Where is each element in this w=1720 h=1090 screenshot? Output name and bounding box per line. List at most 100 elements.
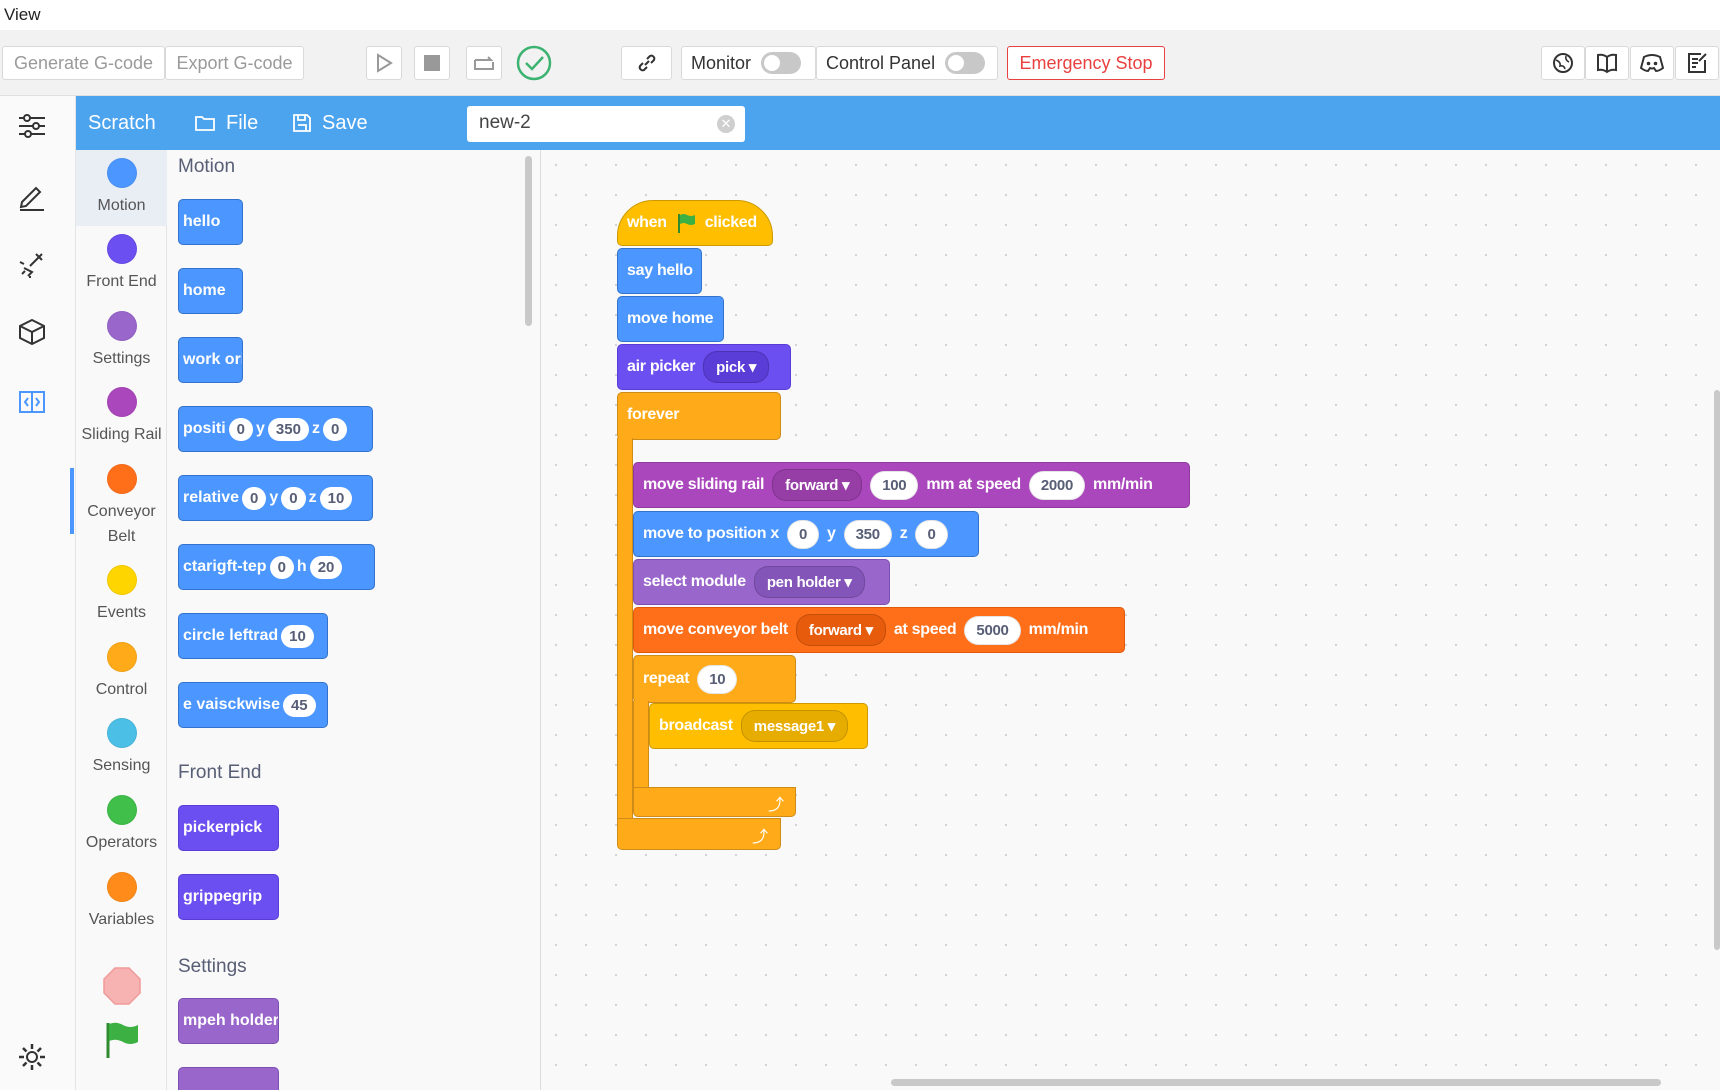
- workspace-horizontal-scrollbar[interactable]: [891, 1079, 1661, 1086]
- export-gcode-button[interactable]: Export G-code: [165, 46, 304, 80]
- palette-block-gripper[interactable]: grippegrip: [178, 874, 279, 920]
- palette-block-air-picker[interactable]: pickerpick: [178, 805, 279, 851]
- category-front-end-label: Front End: [86, 273, 157, 290]
- block-move-conveyor-belt[interactable]: move conveyor belt forward ▾ at speed 50…: [633, 607, 1125, 653]
- palette-block-move-to-position[interactable]: positi 0 y 350 z 0: [178, 406, 373, 452]
- category-front-end[interactable]: Front End: [76, 234, 167, 294]
- broadcast-dropdown[interactable]: message1 ▾: [740, 710, 849, 742]
- palette-input[interactable]: 0: [242, 486, 267, 510]
- nav-draw[interactable]: [12, 176, 52, 216]
- nav-scratch[interactable]: [12, 382, 52, 422]
- palette-scrollbar[interactable]: [525, 156, 532, 326]
- globe-icon: [1553, 53, 1573, 73]
- menu-view[interactable]: View: [4, 5, 41, 25]
- palette-input[interactable]: 0: [228, 417, 254, 441]
- monitor-switch[interactable]: [761, 52, 802, 74]
- rail-speed-input[interactable]: 2000: [1028, 470, 1086, 500]
- docs-button[interactable]: [1585, 46, 1629, 80]
- emergency-stop-button[interactable]: Emergency Stop: [1007, 46, 1165, 80]
- palette-block-say-hello[interactable]: hello: [178, 199, 243, 245]
- nav-3d-print[interactable]: [12, 312, 52, 352]
- stop-sign-button[interactable]: [102, 966, 142, 1006]
- block-say-hello[interactable]: say hello: [617, 248, 702, 294]
- nav-laser[interactable]: [12, 244, 52, 284]
- link-icon: [638, 54, 655, 72]
- belt-direction-dropdown[interactable]: forward ▾: [795, 614, 886, 646]
- clear-icon[interactable]: ✕: [717, 115, 735, 133]
- folder-icon: [195, 116, 215, 131]
- monitor-label: Monitor: [691, 52, 752, 73]
- category-operators[interactable]: Operators: [76, 795, 167, 855]
- nav-settings[interactable]: [12, 1037, 52, 1077]
- block-text: forever: [627, 406, 680, 423]
- control-panel-switch[interactable]: [945, 52, 986, 74]
- block-text: mm/min: [1093, 476, 1153, 493]
- palette-block-text: mpeh holder: [183, 1012, 279, 1029]
- palette-block-circle[interactable]: circle leftrad 10: [178, 613, 328, 659]
- block-move-home[interactable]: move home: [617, 296, 724, 342]
- category-motion[interactable]: Motion: [76, 150, 167, 226]
- category-control[interactable]: Control: [76, 642, 167, 702]
- loop-button[interactable]: [466, 46, 502, 80]
- palette-block-select-module[interactable]: mpeh holder: [178, 998, 279, 1044]
- language-button[interactable]: [1541, 46, 1585, 80]
- stop-button[interactable]: [414, 46, 450, 80]
- workspace-vertical-scrollbar[interactable]: [1714, 390, 1720, 950]
- category-sensing[interactable]: Sensing: [76, 718, 167, 778]
- generate-gcode-button[interactable]: Generate G-code: [2, 46, 165, 80]
- category-settings[interactable]: Settings: [76, 311, 167, 371]
- filename-input[interactable]: new-2 ✕: [467, 106, 745, 142]
- palette-block-move-relative[interactable]: relative 0 y 0 z 10: [178, 475, 373, 521]
- block-select-module[interactable]: select module pen holder ▾: [633, 559, 890, 605]
- monitor-toggle[interactable]: Monitor: [681, 46, 816, 80]
- rail-direction-dropdown[interactable]: forward ▾: [772, 469, 863, 501]
- module-dropdown[interactable]: pen holder ▾: [753, 566, 865, 598]
- air-picker-dropdown[interactable]: pick ▾: [703, 351, 770, 383]
- link-button[interactable]: [621, 46, 672, 80]
- palette-block-work-origin[interactable]: work ori: [178, 337, 243, 383]
- green-flag-button[interactable]: [102, 1020, 142, 1060]
- block-forever[interactable]: forever: [617, 392, 781, 440]
- palette-input[interactable]: 10: [281, 624, 314, 648]
- category-sliding-rail[interactable]: Sliding Rail: [76, 387, 167, 447]
- category-variables[interactable]: Variables: [76, 872, 167, 932]
- position-x-input[interactable]: 0: [786, 519, 819, 549]
- palette-block-text: circle leftrad: [183, 627, 279, 644]
- block-text: mm/min: [1028, 621, 1089, 638]
- palette-block-text: relative: [183, 489, 240, 506]
- control-panel-toggle[interactable]: Control Panel: [816, 46, 998, 80]
- category-sliding-rail-dot: [106, 387, 137, 417]
- palette-input[interactable]: 20: [309, 555, 343, 579]
- palette-input[interactable]: 350: [267, 417, 309, 441]
- palette-input[interactable]: 45: [282, 693, 316, 717]
- nav-settings-sliders[interactable]: [12, 106, 52, 146]
- position-y-input[interactable]: 350: [843, 519, 892, 549]
- block-broadcast[interactable]: broadcast message1 ▾: [649, 703, 868, 749]
- palette-input[interactable]: 10: [319, 486, 353, 510]
- file-menu-button[interactable]: File: [194, 96, 258, 150]
- palette-block-move-home[interactable]: home: [178, 268, 243, 314]
- repeat-count-input[interactable]: 10: [697, 664, 738, 694]
- palette-block-partial[interactable]: [178, 1067, 279, 1090]
- feedback-button[interactable]: [1675, 46, 1719, 80]
- belt-speed-input[interactable]: 5000: [964, 615, 1021, 645]
- block-move-to-position[interactable]: move to position x 0 y 350 z 0: [633, 511, 979, 557]
- loop-icon: [474, 56, 494, 70]
- save-button[interactable]: Save: [292, 96, 368, 150]
- play-button[interactable]: [366, 46, 402, 80]
- category-events[interactable]: Events: [76, 565, 167, 625]
- rail-distance-input[interactable]: 100: [870, 470, 919, 500]
- block-air-picker[interactable]: air picker pick ▾: [617, 344, 791, 390]
- block-when-flag-clicked[interactable]: when clicked: [617, 200, 773, 246]
- palette-block-rotate[interactable]: e vaisckwise 45: [178, 682, 328, 728]
- block-repeat[interactable]: repeat 10: [633, 655, 796, 703]
- script-workspace[interactable]: when clicked say hello move home air pic…: [541, 150, 1720, 1090]
- palette-input[interactable]: 0: [281, 486, 306, 510]
- discord-button[interactable]: [1630, 46, 1674, 80]
- position-z-input[interactable]: 0: [915, 519, 948, 549]
- category-conveyor-belt[interactable]: Conveyor Belt: [76, 464, 167, 549]
- palette-input[interactable]: 0: [269, 555, 294, 579]
- palette-input[interactable]: 0: [322, 417, 348, 441]
- palette-block-rectangle[interactable]: ctarigft-tep 0 h 20: [178, 544, 375, 590]
- block-move-sliding-rail[interactable]: move sliding rail forward ▾ 100 mm at sp…: [633, 462, 1190, 508]
